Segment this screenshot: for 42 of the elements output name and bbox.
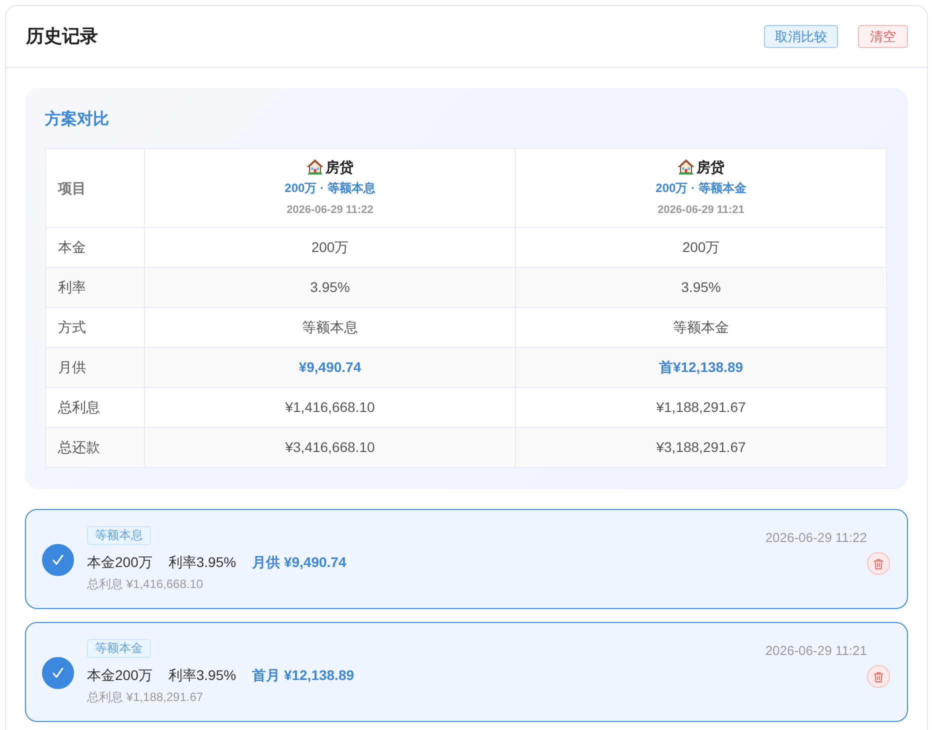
comparison-title: 方案对比 (45, 109, 110, 130)
payment-text: 月供 ¥9,490.74 (252, 553, 346, 572)
delete-button[interactable] (867, 552, 890, 575)
table-cell: ¥3,188,291.67 (516, 428, 886, 468)
record-time: 2026-06-29 11:21 (765, 642, 867, 660)
plan-name: 房贷 (326, 158, 354, 177)
plan-name: 房贷 (696, 158, 724, 177)
method-tag: 等额本金 (87, 639, 151, 658)
rate-text: 利率3.95% (168, 666, 236, 685)
table-cell: 月供 (46, 348, 144, 388)
interest-text: 总利息 ¥1,416,668.10 (87, 576, 204, 593)
plan-summary: 200万 · 等额本息 (284, 181, 376, 195)
check-icon (52, 666, 64, 678)
plan-summary: 200万 · 等额本金 (656, 181, 746, 195)
history-card[interactable]: 等额本金 本金200万 利率3.95% 首月 ¥12,138.89 总利息 ¥1,188,291.67 2026-06-29 11:21 (25, 622, 908, 722)
panel-title: 历史记录 (26, 26, 98, 48)
principal-text: 本金200万 (87, 553, 152, 572)
column-header: 项目 (46, 148, 144, 228)
payment-text: 首月 ¥12,138.89 (252, 666, 354, 685)
principal-text: 本金200万 (87, 666, 152, 685)
house-icon (678, 159, 694, 175)
table-cell: 3.95% (516, 268, 886, 308)
checkbox[interactable] (42, 544, 74, 576)
interest-text: 总利息 ¥1,188,291.67 (87, 689, 204, 706)
history-card[interactable]: 等额本息 本金200万 利率3.95% 月供 ¥9,490.74 总利息 ¥1,416,668.10 2026-06-29 11:22 (25, 509, 908, 609)
trash-icon (873, 558, 884, 570)
rate-text: 利率3.95% (168, 553, 236, 572)
house-icon (306, 159, 322, 175)
checkbox[interactable] (42, 656, 74, 688)
plan-time: 2026-06-29 11:22 (286, 204, 374, 216)
table-cell: ¥9,490.74 (144, 348, 516, 388)
table-cell: 总还款 (46, 428, 144, 468)
table-cell: ¥3,416,668.10 (144, 428, 516, 468)
table-cell: 利率 (46, 268, 144, 308)
method-tag: 等额本息 (87, 526, 151, 545)
check-icon (52, 554, 64, 566)
table-cell: 3.95% (144, 268, 516, 308)
table-cell: 首¥12,138.89 (516, 348, 886, 388)
plan-time: 2026-06-29 11:21 (658, 204, 744, 216)
trash-icon (873, 670, 884, 682)
record-time: 2026-06-29 11:22 (765, 529, 867, 547)
delete-button[interactable] (867, 665, 890, 688)
